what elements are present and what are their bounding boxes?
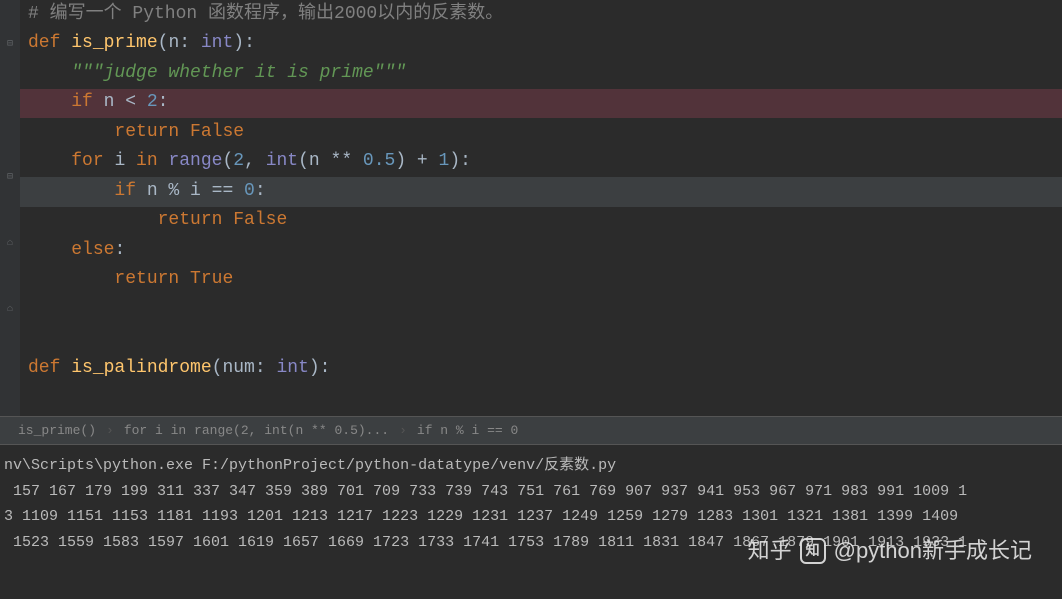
code-token: return True	[114, 265, 233, 295]
code-token: (	[222, 147, 233, 177]
code-token: return False	[158, 206, 288, 236]
code-token: in	[136, 147, 168, 177]
code-line[interactable]	[20, 325, 1062, 355]
code-token: 2	[233, 147, 244, 177]
code-token: for	[71, 147, 114, 177]
breadcrumb-item[interactable]: for i in range(2, int(n ** 0.5)...	[124, 420, 389, 441]
code-token: def	[28, 29, 71, 59]
code-token: """judge whether it is prime"""	[71, 59, 406, 89]
code-token: def	[28, 354, 71, 384]
chevron-right-icon: ›	[399, 420, 407, 441]
code-line[interactable]: # 编写一个 Python 函数程序，输出2000以内的反素数。	[20, 0, 1062, 30]
code-line[interactable]: return False	[20, 118, 1062, 148]
code-token: 0.5	[363, 147, 395, 177]
code-token: if	[114, 177, 146, 207]
code-line[interactable]: """judge whether it is prime"""	[20, 59, 1062, 89]
code-token: n % i ==	[147, 177, 244, 207]
code-line[interactable]: def is_palindrome(num: int):	[20, 354, 1062, 384]
code-token: i	[114, 147, 136, 177]
code-token: ):	[233, 29, 255, 59]
chevron-right-icon: ›	[106, 420, 114, 441]
code-token: ,	[244, 147, 266, 177]
code-token: 1	[439, 147, 450, 177]
code-line[interactable]: if n < 2:	[20, 89, 1062, 119]
code-token: int	[266, 147, 298, 177]
fold-icon[interactable]: ⊟	[4, 172, 16, 184]
code-token: 0	[244, 177, 255, 207]
code-line[interactable]: def is_prime(n: int):	[20, 30, 1062, 60]
fold-icon[interactable]: ⌂	[4, 304, 16, 316]
code-line[interactable]: return False	[20, 207, 1062, 237]
code-token: if	[71, 88, 103, 118]
code-token: is_palindrome	[71, 354, 211, 384]
code-line[interactable]	[20, 295, 1062, 325]
breadcrumb[interactable]: is_prime() › for i in range(2, int(n ** …	[0, 416, 1062, 444]
code-token: return False	[114, 118, 244, 148]
console-line: 1523 1559 1583 1597 1601 1619 1657 1669 …	[4, 530, 1058, 556]
code-line[interactable]: else:	[20, 236, 1062, 266]
console-line: 157 167 179 199 311 337 347 359 389 701 …	[4, 479, 1058, 505]
console-line: nv\Scripts\python.exe F:/pythonProject/p…	[4, 453, 1058, 479]
console-output[interactable]: nv\Scripts\python.exe F:/pythonProject/p…	[0, 444, 1062, 599]
code-token: :	[114, 236, 125, 266]
code-line[interactable]: return True	[20, 266, 1062, 296]
code-token: ) +	[395, 147, 438, 177]
fold-icon[interactable]: ⊟	[4, 39, 16, 51]
code-token: (n:	[158, 29, 201, 59]
code-token: 2	[147, 88, 158, 118]
fold-icon[interactable]: ⌂	[4, 238, 16, 250]
code-token: int	[201, 29, 233, 59]
code-token: ):	[449, 147, 471, 177]
code-editor[interactable]: ⊟⊟⌂⌂ # 编写一个 Python 函数程序，输出2000以内的反素数。def…	[0, 0, 1062, 416]
code-token: int	[276, 354, 308, 384]
code-line[interactable]: if n % i == 0:	[20, 177, 1062, 207]
code-token: :	[255, 177, 266, 207]
gutter: ⊟ ⊟ ⌂ ⌂	[0, 0, 20, 416]
code-token: n <	[104, 88, 147, 118]
code-line[interactable]: for i in range(2, int(n ** 0.5) + 1):	[20, 148, 1062, 178]
code-token: range	[168, 147, 222, 177]
code-token: (n **	[298, 147, 363, 177]
console-line: 3 1109 1151 1153 1181 1193 1201 1213 121…	[4, 504, 1058, 530]
code-token: :	[158, 88, 169, 118]
code-token: is_prime	[71, 29, 157, 59]
code-token: else	[71, 236, 114, 266]
code-token: # 编写一个 Python 函数程序，输出2000以内的反素数。	[28, 0, 503, 30]
breadcrumb-item[interactable]: if n % i == 0	[417, 420, 518, 441]
code-token: ):	[309, 354, 331, 384]
breadcrumb-item[interactable]: is_prime()	[18, 420, 96, 441]
code-token: (num:	[212, 354, 277, 384]
